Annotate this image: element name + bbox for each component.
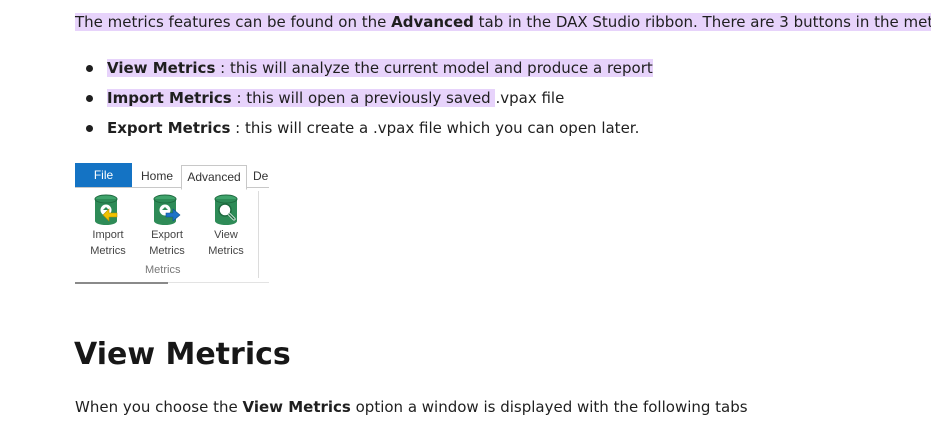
bullet-view-metrics: View Metrics : this will analyze the cur… — [75, 57, 653, 87]
bullet-import-metrics: Import Metrics : this will open a previo… — [75, 87, 653, 117]
bullet-import-highlight: Import Metrics : this will open a previo… — [107, 89, 496, 107]
view-metrics-icon — [211, 193, 241, 227]
tail-text-before: When you choose the — [75, 398, 243, 416]
bullet-import-text: .vpax file — [495, 89, 565, 107]
export-metrics-label-line1: Export — [151, 229, 183, 241]
import-metrics-icon — [93, 193, 123, 227]
metrics-group-label: Metrics — [145, 264, 181, 276]
bullet-export-text: : this will create a .vpax file which yo… — [230, 119, 640, 137]
bullet-import-text-highlighted: : this will open a previously saved — [231, 89, 496, 107]
tab-next-cut-off[interactable]: De — [253, 165, 269, 188]
intro-paragraph: The metrics features can be found on the… — [75, 11, 931, 33]
view-metrics-button[interactable]: View Metrics — [196, 193, 256, 259]
bullet-import-bold: Import Metrics — [107, 89, 232, 107]
bullet-view-text: : this will analyze the current model an… — [215, 59, 653, 77]
import-metrics-label-line2: Metrics — [90, 245, 126, 257]
tab-active-gap — [182, 187, 246, 188]
intro-text-before: The metrics features can be found on the — [75, 13, 392, 31]
export-metrics-label-line2: Metrics — [149, 245, 185, 257]
bullet-view-highlight: View Metrics : this will analyze the cur… — [107, 59, 653, 77]
export-metrics-button[interactable]: Export Metrics — [137, 193, 197, 259]
ribbon-scroll-indicator — [75, 282, 168, 284]
import-metrics-label-line1: Import — [92, 229, 124, 241]
bullet-export-metrics: Export Metrics : this will create a .vpa… — [75, 117, 653, 147]
intro-highlight: The metrics features can be found on the… — [75, 13, 931, 31]
ribbon-tab-bar: File Home Advanced De — [75, 163, 269, 190]
tail-bold-view-metrics: View Metrics — [242, 398, 351, 416]
export-metrics-icon — [152, 193, 182, 227]
view-metrics-description: When you choose the View Metrics option … — [75, 396, 748, 418]
import-metrics-button[interactable]: Import Metrics — [78, 193, 138, 259]
tail-text-after: option a window is displayed with the fo… — [350, 398, 748, 416]
page: The metrics features can be found on the… — [0, 0, 931, 428]
view-metrics-heading: View Metrics — [74, 337, 291, 372]
dax-studio-ribbon-screenshot: File Home Advanced De Import Metrics Exp… — [75, 163, 269, 285]
view-metrics-label-line2: Metrics — [208, 245, 244, 257]
metrics-bullet-list: View Metrics : this will analyze the cur… — [75, 57, 653, 147]
intro-bold-advanced: Advanced — [391, 13, 474, 31]
intro-text-after: tab in the DAX Studio ribbon. There are … — [478, 13, 931, 31]
tab-file[interactable]: File — [75, 163, 132, 187]
view-metrics-label-line1: View — [214, 229, 238, 241]
bullet-view-bold: View Metrics — [107, 59, 216, 77]
ribbon-group-separator — [258, 191, 259, 278]
bullet-export-bold: Export Metrics — [107, 119, 231, 137]
tab-home[interactable]: Home — [135, 165, 179, 188]
